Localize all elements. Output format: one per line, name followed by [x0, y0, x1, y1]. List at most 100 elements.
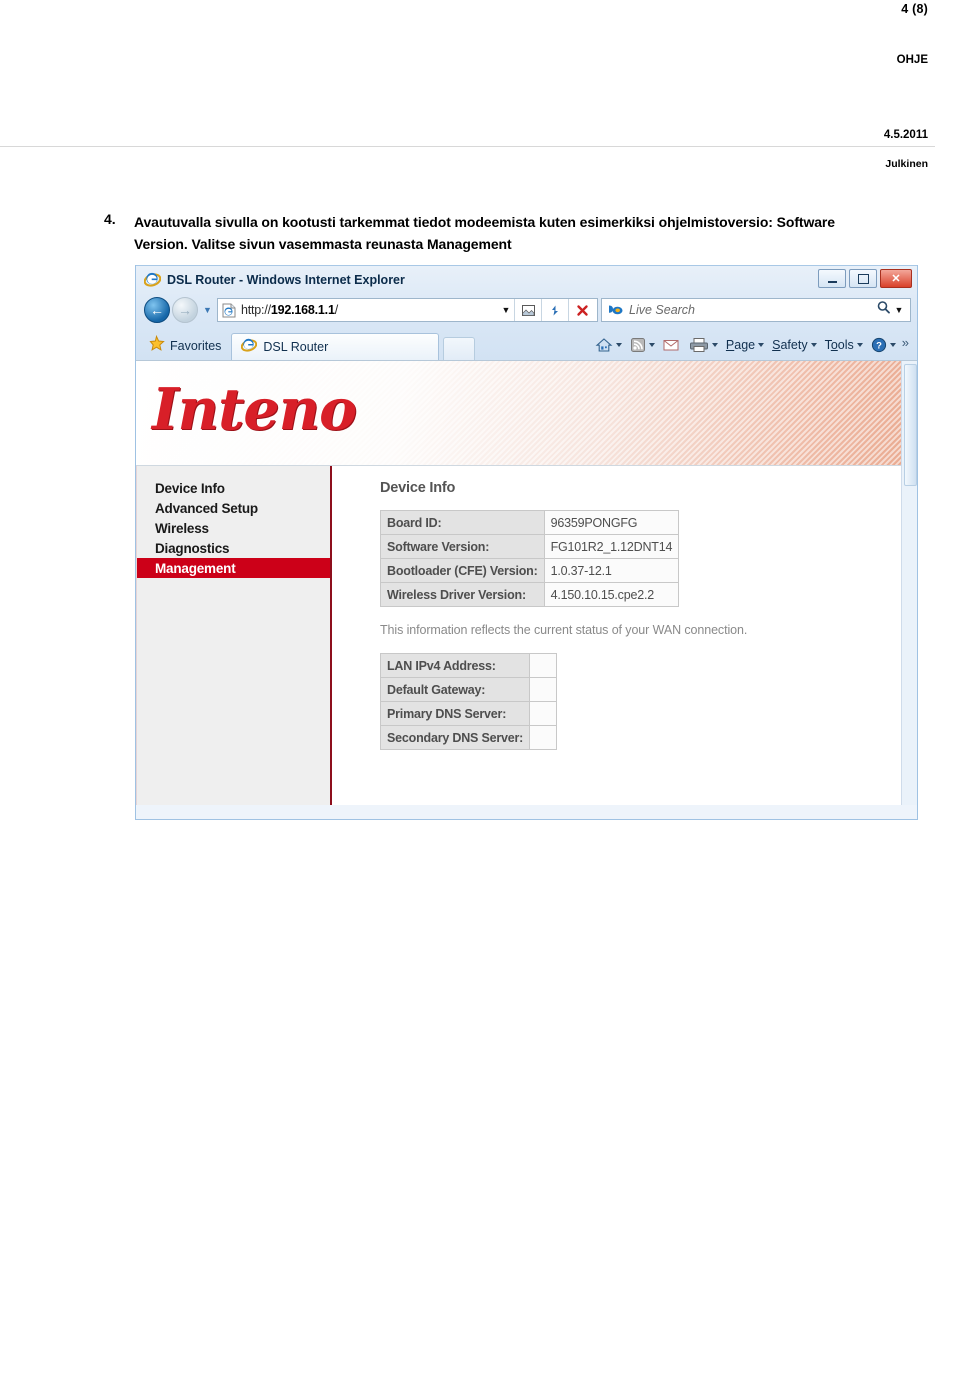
new-tab-button[interactable] — [443, 337, 476, 360]
browser-window: DSL Router - Windows Internet Explorer ✕… — [135, 265, 918, 820]
star-icon — [148, 334, 165, 357]
home-dropdown-icon[interactable] — [615, 343, 622, 347]
step-number: 4. — [104, 211, 116, 227]
row-value — [529, 653, 558, 678]
refresh-button[interactable] — [541, 299, 568, 321]
address-bar-row: ← → ▼ http://192.168.1.1/ ▼ Live Search … — [136, 293, 917, 327]
internet-explorer-icon — [144, 271, 161, 288]
minimize-icon — [827, 280, 837, 283]
search-go-icon[interactable] — [876, 300, 891, 320]
window-controls: ✕ — [818, 269, 912, 288]
sidebar-item-advanced-setup[interactable]: Advanced Setup — [137, 498, 330, 518]
back-button[interactable]: ← — [144, 297, 170, 323]
page-icon — [222, 303, 236, 318]
home-button[interactable] — [591, 334, 626, 356]
sidebar-item-wireless[interactable]: Wireless — [137, 518, 330, 538]
print-dropdown-icon[interactable] — [711, 343, 718, 347]
table-row: Wireless Driver Version: 4.150.10.15.cpe… — [380, 582, 680, 607]
row-key: LAN IPv4 Address: — [379, 653, 531, 678]
feeds-dropdown-icon[interactable] — [648, 343, 655, 347]
search-placeholder-text: Live Search — [629, 303, 696, 317]
favorites-button[interactable]: Favorites — [144, 334, 231, 358]
tab-dsl-router[interactable]: DSL Router — [231, 333, 440, 360]
address-dropdown-icon[interactable]: ▼ — [498, 305, 514, 315]
row-value — [529, 677, 558, 702]
overflow-chevron-icon[interactable]: » — [900, 335, 913, 356]
mail-button[interactable] — [659, 334, 685, 356]
page-title: Device Info — [380, 480, 456, 496]
table-row: Secondary DNS Server: — [379, 725, 558, 750]
row-key: Secondary DNS Server: — [379, 725, 531, 750]
help-button[interactable]: ? — [867, 334, 900, 356]
row-key: Software Version: — [380, 534, 545, 559]
device-info-table: Board ID: 96359PONGFG Software Version: … — [380, 510, 680, 607]
forward-button[interactable]: → — [172, 297, 198, 323]
row-key: Primary DNS Server: — [379, 701, 531, 726]
scrollbar-thumb[interactable] — [904, 364, 917, 486]
wan-status-note: This information reflects the current st… — [380, 623, 748, 637]
address-input[interactable]: http://192.168.1.1/ ▼ — [217, 298, 598, 322]
search-dropdown-icon[interactable]: ▼ — [891, 305, 907, 315]
search-input[interactable]: Live Search ▼ — [601, 298, 911, 322]
router-sidebar: Device Info Advanced Setup Wireless Diag… — [136, 466, 332, 805]
browser-title-bar: DSL Router - Windows Internet Explorer ✕ — [136, 266, 917, 293]
sidebar-item-device-info[interactable]: Device Info — [137, 478, 330, 498]
restore-icon — [857, 273, 869, 284]
command-bar: Page Safety Tools ? » — [591, 334, 913, 360]
address-url-text: http://192.168.1.1/ — [241, 303, 338, 317]
restore-button[interactable] — [849, 269, 877, 288]
bing-icon — [607, 303, 624, 318]
row-value — [529, 701, 558, 726]
stop-button[interactable] — [568, 299, 595, 321]
table-row: Bootloader (CFE) Version: 1.0.37-12.1 — [380, 558, 680, 583]
table-row: Default Gateway: — [379, 677, 558, 702]
svg-text:?: ? — [876, 341, 882, 352]
tools-menu-label: Tools — [824, 338, 854, 352]
feeds-button[interactable] — [626, 334, 659, 356]
close-button[interactable]: ✕ — [880, 269, 912, 288]
safety-menu-caret-icon[interactable] — [810, 343, 817, 347]
browser-title-text: DSL Router - Windows Internet Explorer — [167, 272, 405, 287]
row-key: Default Gateway: — [379, 677, 531, 702]
help-dropdown-icon[interactable] — [889, 343, 896, 347]
table-row: Software Version: FG101R2_1.12DNT14 — [380, 534, 680, 559]
tab-bar: Favorites DSL Router Page Safety Tools ?… — [136, 327, 917, 360]
tools-menu-caret-icon[interactable] — [856, 343, 863, 347]
header-divider — [0, 146, 935, 147]
document-classification: Julkinen — [885, 158, 928, 170]
print-button[interactable] — [685, 334, 722, 356]
table-row: Board ID: 96359PONGFG — [380, 510, 680, 535]
row-value: 1.0.37-12.1 — [543, 558, 680, 583]
sidebar-item-management[interactable]: Management — [137, 558, 330, 578]
safety-menu-button[interactable]: Safety — [768, 334, 820, 356]
router-content: Device Info Board ID: 96359PONGFG Softwa… — [332, 466, 917, 805]
step-text: Avautuvalla sivulla on kootusti tarkemma… — [134, 214, 835, 252]
tab-favicon-internet-explorer-icon — [241, 337, 258, 358]
tools-menu-button[interactable]: Tools — [821, 334, 867, 356]
document-date: 4.5.2011 — [883, 129, 928, 141]
minimize-button[interactable] — [818, 269, 846, 288]
instruction-step: 4. Avautuvalla sivulla on kootusti tarke… — [104, 211, 884, 255]
page-viewport: Inteno Device Info Advanced Setup Wirele… — [136, 360, 917, 805]
page-menu-label: Page — [725, 338, 756, 352]
tab-label: DSL Router — [263, 340, 329, 354]
row-value: 96359PONGFG — [543, 510, 680, 535]
router-banner: Inteno — [136, 361, 917, 466]
page-vertical-scrollbar[interactable] — [901, 361, 917, 805]
page-menu-button[interactable]: Page — [722, 334, 768, 356]
row-key: Wireless Driver Version: — [380, 582, 545, 607]
router-page-body: Device Info Advanced Setup Wireless Diag… — [136, 466, 917, 805]
inteno-logo: Inteno — [152, 376, 357, 443]
row-key: Bootloader (CFE) Version: — [380, 558, 545, 583]
document-kind: OHJE — [896, 54, 928, 66]
row-value: FG101R2_1.12DNT14 — [543, 534, 680, 559]
sidebar-item-diagnostics[interactable]: Diagnostics — [137, 538, 330, 558]
lan-info-table: LAN IPv4 Address: Default Gateway: Prima… — [379, 653, 558, 750]
row-value: 4.150.10.15.cpe2.2 — [543, 582, 680, 607]
compatibility-view-button[interactable] — [514, 299, 541, 321]
page-number: 4 (8) — [901, 2, 928, 16]
table-row: Primary DNS Server: — [379, 701, 558, 726]
table-row: LAN IPv4 Address: — [379, 653, 558, 678]
page-menu-caret-icon[interactable] — [758, 343, 765, 347]
recent-pages-dropdown-icon[interactable]: ▼ — [201, 305, 214, 315]
